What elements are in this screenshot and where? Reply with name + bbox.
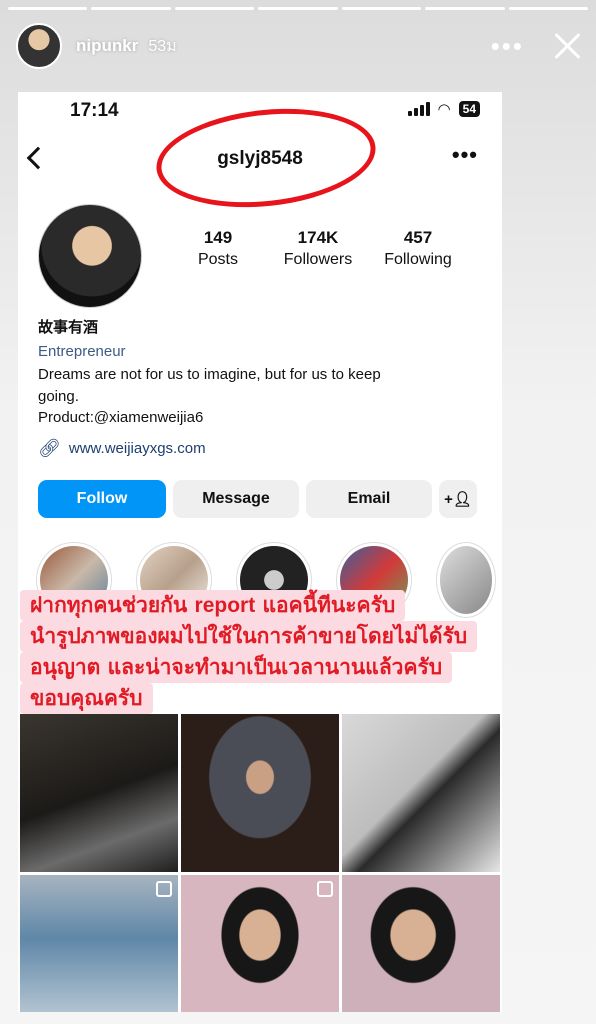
wifi-icon: ◠: [437, 101, 451, 118]
profile-category: Entrepreneur: [38, 343, 126, 360]
status-time: 17:14: [70, 100, 119, 121]
story-progress: [8, 7, 588, 10]
progress-segment: [91, 7, 171, 10]
story-timestamp: 53ม: [148, 37, 177, 55]
bio-link[interactable]: 🔗︎ www.weijiayxgs.com: [38, 438, 488, 459]
email-button[interactable]: Email: [306, 480, 432, 518]
post-thumbnail[interactable]: [20, 875, 178, 1012]
stat-followers[interactable]: 174K Followers: [268, 228, 368, 269]
stat-following[interactable]: 457 Following: [368, 228, 468, 269]
profile-stats: 149 Posts 174K Followers 457 Following: [168, 228, 478, 269]
caption-text: ฝากทุกคนช่วยกัน: [30, 593, 195, 617]
post-thumbnail[interactable]: [20, 714, 178, 872]
story-username[interactable]: nipunkr: [76, 36, 138, 56]
story-avatar[interactable]: [16, 23, 62, 69]
progress-segment: [8, 7, 88, 10]
profile-name: 故事有酒: [38, 319, 99, 336]
profile-avatar[interactable]: [38, 204, 142, 308]
caption-line: นำรูปภาพของผมไปใช้ในการค้าขายโดยไม่ได้รั…: [20, 621, 478, 652]
progress-segment: [425, 7, 505, 10]
add-user-icon[interactable]: +👤︎: [439, 480, 477, 518]
profile-screenshot: 17:14 ◠ 54 gslyj8548 ••• 149 Posts 174K …: [18, 92, 502, 1012]
stat-value: 174K: [297, 228, 339, 247]
post-thumbnail[interactable]: [181, 875, 339, 1012]
multi-photo-icon: [156, 881, 172, 897]
progress-segment: [174, 7, 255, 10]
link-icon: 🔗︎: [38, 438, 61, 458]
caption-text: แอคนี้ทีนะครับ: [255, 593, 396, 617]
caption-line: ขอบคุณครับ: [20, 683, 153, 714]
caption-bold-text: report: [194, 594, 256, 617]
story-header: nipunkr 53ม •••: [16, 22, 582, 70]
message-button[interactable]: Message: [173, 480, 299, 518]
bio-link-url[interactable]: www.weijiayxgs.com: [69, 440, 206, 457]
story-caption: ฝากทุกคนช่วยกัน report แอคนี้ทีนะครับ นำ…: [20, 590, 540, 714]
progress-segment: [508, 7, 588, 10]
bio-product-mention[interactable]: Product:@xiamenweijia6: [38, 409, 488, 426]
more-options-icon[interactable]: •••: [452, 142, 478, 168]
stat-value: 457: [403, 228, 433, 247]
post-thumbnail[interactable]: [342, 875, 500, 1012]
progress-segment: [341, 7, 422, 10]
follow-button[interactable]: Follow: [38, 480, 166, 518]
stat-value: 149: [203, 228, 233, 247]
close-icon[interactable]: [552, 31, 582, 61]
stat-label: Posts: [197, 251, 238, 268]
profile-bio: 故事有酒 Entrepreneur Dreams are not for us …: [38, 316, 488, 459]
post-thumbnail[interactable]: [342, 714, 500, 872]
signal-icon: [407, 102, 430, 116]
battery-icon: 54: [458, 101, 480, 117]
post-grid: [20, 714, 500, 1012]
progress-segment: [258, 7, 338, 10]
more-options-icon[interactable]: •••: [491, 33, 524, 59]
profile-actions: Follow Message Email +👤︎: [38, 480, 477, 518]
stat-label: Following: [384, 251, 452, 268]
stat-posts[interactable]: 149 Posts: [168, 228, 268, 269]
stat-label: Followers: [283, 251, 353, 268]
bio-line: Dreams are not for us to imagine, but fo…: [38, 366, 381, 383]
post-thumbnail[interactable]: [181, 714, 339, 872]
status-icons: ◠ 54: [407, 100, 480, 118]
caption-line: ฝากทุกคนช่วยกัน report แอคนี้ทีนะครับ: [20, 590, 406, 621]
caption-line: อนุญาต และน่าจะทำมาเป็นเวลานานแล้วครับ: [20, 652, 453, 683]
bio-line: going.: [38, 388, 79, 405]
multi-photo-icon: [317, 881, 333, 897]
